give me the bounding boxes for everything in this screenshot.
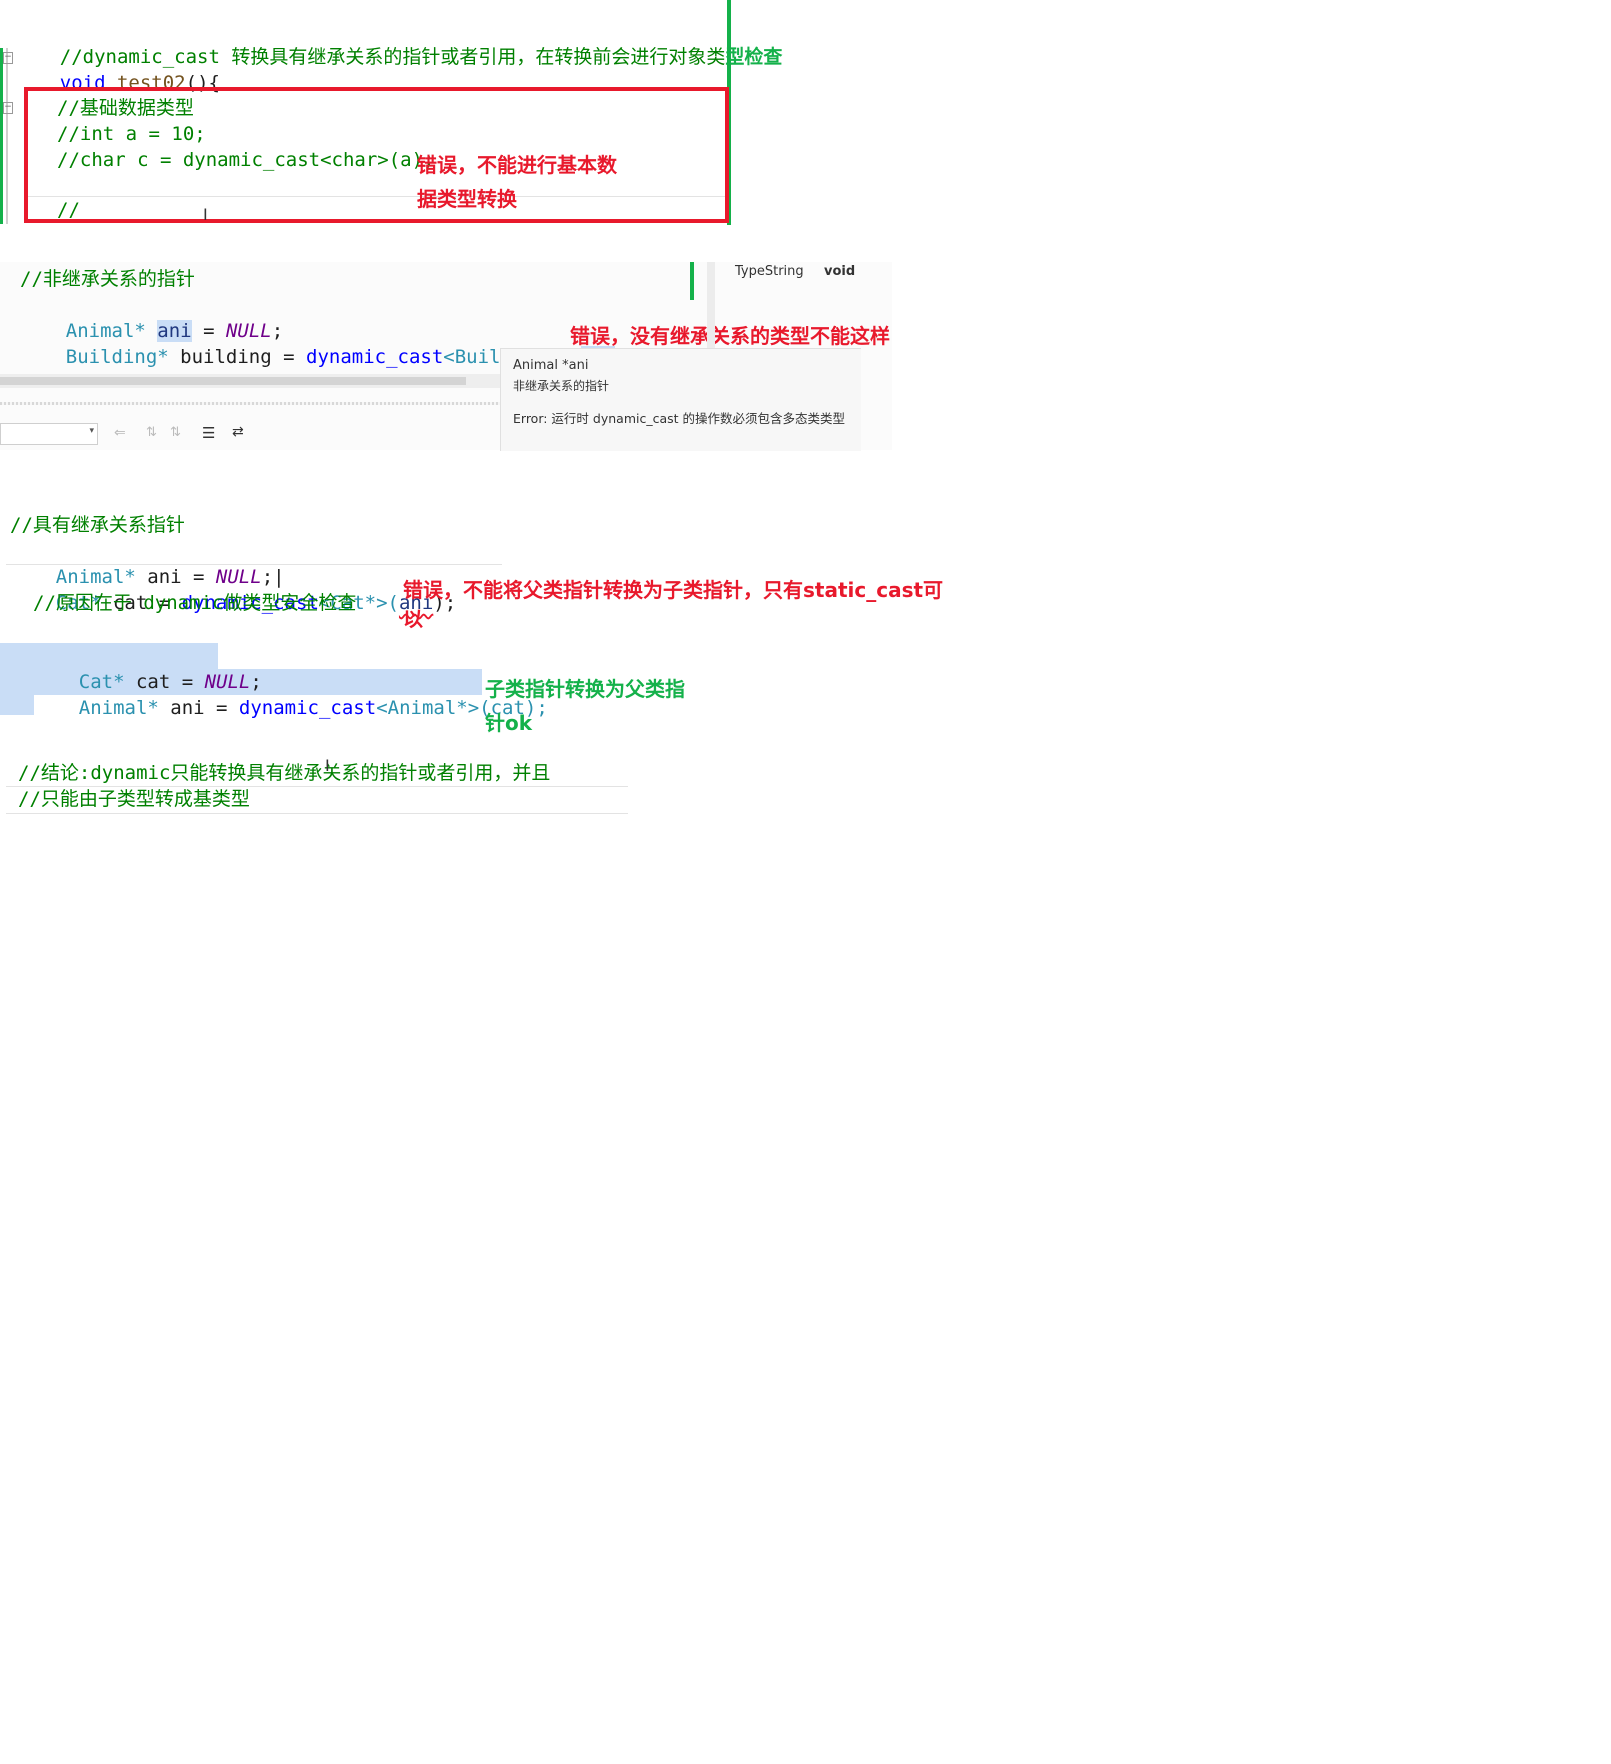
typestring-label: TypeString: [735, 264, 804, 279]
toolbar-icon-b[interactable]: ⇅: [170, 425, 181, 440]
comment-int-a: //int a = 10;: [57, 123, 206, 145]
annotation-line: 子类指针转换为父类指: [485, 677, 685, 701]
wrap-icon[interactable]: ⇄: [232, 424, 244, 440]
separator-hatch: [0, 402, 500, 405]
list-icon[interactable]: ☰: [202, 424, 215, 442]
annotation-downcast-error: 错误，不能将父类指针转换为子类指针，只有static_cast可以: [403, 578, 944, 631]
code-section-3: //具有继承关系指针 Animal* ani = NULL;| Cat* cat…: [0, 508, 960, 738]
typestring-value: void: [824, 264, 856, 279]
intellisense-tooltip: Animal *ani 非继承关系的指针 Error: 运行时 dynamic_…: [500, 348, 861, 451]
divider-line: [6, 813, 628, 814]
comment-reason: //原因在于 dynamic做类型安全检查: [33, 592, 357, 614]
comment-non-inheritance: //非继承关系的指针: [20, 268, 195, 290]
toolbar-icon-back[interactable]: ⇐: [114, 425, 126, 441]
code-section-2: //非继承关系的指针 Animal* ani = NULL; Building*…: [0, 262, 892, 451]
comment-inheritance: //具有继承关系指针: [10, 514, 185, 536]
tooltip-comment: 非继承关系的指针: [513, 379, 610, 393]
gutter-change-bar: [0, 48, 3, 224]
bottom-toolbar: ▾ ⇐ ⇅ ⇅ ☰ ⇄: [0, 420, 500, 450]
annotation-upcast-ok: 子类指针转换为父类指 针ok: [485, 672, 685, 740]
comment-basic-types: //基础数据类型: [57, 97, 194, 119]
annotation-basic-type-error: 错误，不能进行基本数 据类型转换: [417, 148, 617, 216]
dropdown-select[interactable]: ▾: [0, 423, 98, 445]
green-marker-bar: [690, 262, 694, 300]
code-section-4: //结论:dynamic只能转换具有继承关系的指针或者引用，并且 I //只能由…: [0, 756, 640, 820]
annotation-line: 错误，不能进行基本数: [417, 153, 617, 177]
gutter-left: [6, 48, 8, 224]
line-animal-upcast: Animal* ani = dynamic_cast<Animal*>(cat)…: [78, 697, 548, 719]
collapse-icon[interactable]: −: [3, 52, 13, 64]
comment-conclusion-1: //结论:dynamic只能转换具有继承关系的指针或者引用，并且: [18, 762, 551, 784]
collapse-icon[interactable]: −: [3, 102, 13, 114]
divider-line: [28, 196, 725, 197]
comment-char-cast: //char c = dynamic_cast<char>(a);: [57, 149, 435, 171]
horizontal-scrollbar[interactable]: [0, 374, 500, 388]
code-section-1: − − //dynamic_cast 转换具有继承关系的指针或者引用，在转换前会…: [0, 0, 782, 225]
scrollbar-thumb[interactable]: [0, 377, 466, 385]
text-cursor-icon: I: [325, 756, 330, 775]
selection-block-3: [0, 695, 34, 715]
annotation-line: 据类型转换: [417, 187, 517, 211]
comment-empty: //: [57, 199, 80, 221]
annotation-line: 针ok: [485, 711, 533, 735]
text-cursor-icon: I: [203, 205, 208, 224]
tooltip-signature: Animal *ani: [513, 358, 589, 373]
toolbar-icon-a[interactable]: ⇅: [146, 425, 157, 440]
comment-conclusion-2: //只能由子类型转成基类型: [18, 788, 250, 810]
chevron-down-icon: ▾: [89, 426, 94, 436]
tooltip-error: Error: 运行时 dynamic_cast 的操作数必须包含多态类类型: [513, 411, 846, 426]
